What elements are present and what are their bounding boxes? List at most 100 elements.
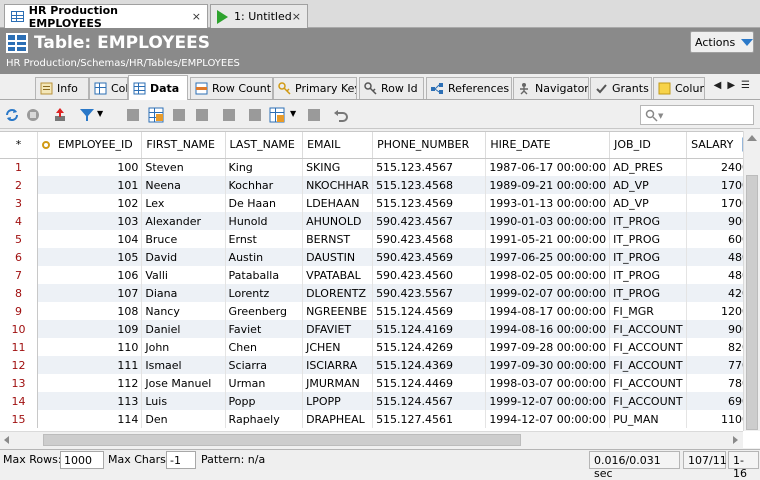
column-header[interactable]: EMAIL [302, 132, 374, 159]
row-number[interactable]: 15 [0, 410, 39, 428]
table-row[interactable]: 11 110 John Chen JCHEN 515.124.4269 1997-09-28… [0, 338, 760, 356]
table-cell[interactable]: Bruce [141, 230, 226, 248]
table-cell[interactable]: LPOPP [302, 392, 374, 410]
table-row[interactable]: 1 100 Steven King SKING 515.123.4567 1987-06-1… [0, 158, 760, 176]
table-row[interactable]: 4 103 Alexander Hunold AHUNOLD 590.423.4567 19… [0, 212, 760, 230]
table-cell[interactable]: Jose Manuel [141, 374, 226, 392]
table-cell[interactable]: 107 [37, 284, 143, 302]
table-cell[interactable]: 1993-01-13 00:00:00 [485, 194, 611, 212]
table-cell[interactable]: NGREENBE [302, 302, 374, 320]
table-cell[interactable]: AD_VP [609, 176, 688, 194]
max-chars-input[interactable] [166, 451, 196, 469]
table-cell[interactable]: FI_ACCOUNT [609, 338, 688, 356]
table-row[interactable]: 6 105 David Austin DAUSTIN 590.423.4569 1997-0… [0, 248, 760, 266]
table-cell[interactable]: 1997-09-28 00:00:00 [485, 338, 611, 356]
table-cell[interactable]: 515.123.4567 [372, 158, 487, 176]
table-cell[interactable]: DLORENTZ [302, 284, 374, 302]
table-cell[interactable]: 1989-09-21 00:00:00 [485, 176, 611, 194]
tab-grants[interactable]: Grants [590, 77, 652, 99]
table-cell[interactable]: Raphaely [225, 410, 304, 428]
tab-navigator[interactable]: Navigator [513, 77, 589, 99]
table-cell[interactable]: IT_PROG [609, 248, 688, 266]
table-cell[interactable]: 1994-12-07 00:00:00 [485, 410, 611, 428]
table-cell[interactable]: 103 [37, 212, 143, 230]
table-cell[interactable]: 1997-06-25 00:00:00 [485, 248, 611, 266]
table-cell[interactable]: 105 [37, 248, 143, 266]
table-row[interactable]: 9 108 Nancy Greenberg NGREENBE 515.124.4569 19… [0, 302, 760, 320]
table-cell[interactable]: Sciarra [225, 356, 304, 374]
table-row[interactable]: 12 111 Ismael Sciarra ISCIARRA 515.124.4369 19… [0, 356, 760, 374]
chevron-down-icon[interactable]: ▼ [97, 109, 103, 118]
table-cell[interactable]: 590.423.4569 [372, 248, 487, 266]
chevron-down-icon[interactable]: ▼ [290, 109, 296, 118]
apply-icon[interactable] [221, 107, 237, 123]
table-cell[interactable]: 106 [37, 266, 143, 284]
row-number[interactable]: 13 [0, 374, 39, 392]
table-cell[interactable]: 515.124.4567 [372, 392, 487, 410]
search-input[interactable]: ▼ [640, 105, 754, 125]
table-cell[interactable]: Luis [141, 392, 226, 410]
tab-data[interactable]: Data [128, 75, 188, 100]
table-cell[interactable]: VPATABAL [302, 266, 374, 284]
table-cell[interactable]: De Haan [225, 194, 304, 212]
table-cell[interactable]: Chen [225, 338, 304, 356]
table-cell[interactable]: 515.127.4561 [372, 410, 487, 428]
table-cell[interactable]: FI_ACCOUNT [609, 374, 688, 392]
row-number[interactable]: 11 [0, 338, 39, 356]
scrollbar-thumb[interactable] [746, 175, 758, 430]
export-icon[interactable] [52, 107, 68, 123]
table-cell[interactable]: Ernst [225, 230, 304, 248]
copy-icon[interactable] [247, 107, 263, 123]
table-cell[interactable]: FI_ACCOUNT [609, 356, 688, 374]
column-header[interactable]: FIRST_NAME [141, 132, 226, 159]
table-cell[interactable]: 1999-02-07 00:00:00 [485, 284, 611, 302]
table-cell[interactable]: 590.423.5567 [372, 284, 487, 302]
horizontal-scrollbar[interactable] [0, 431, 743, 448]
tab-primary-key[interactable]: Primary Key [273, 77, 357, 99]
column-header[interactable]: PHONE_NUMBER [372, 132, 487, 159]
table-cell[interactable]: Urman [225, 374, 304, 392]
table-cell[interactable]: DRAPHEAL [302, 410, 374, 428]
table-row[interactable]: 7 106 Valli Pataballa VPATABAL 590.423.4560 19… [0, 266, 760, 284]
stop-icon[interactable] [25, 107, 41, 123]
table-cell[interactable]: JCHEN [302, 338, 374, 356]
row-number[interactable]: 7 [0, 266, 39, 284]
table-cell[interactable]: Austin [225, 248, 304, 266]
vertical-scrollbar[interactable] [743, 131, 760, 431]
table-cell[interactable]: Popp [225, 392, 304, 410]
table-cell[interactable]: 515.123.4569 [372, 194, 487, 212]
table-cell[interactable]: Greenberg [225, 302, 304, 320]
column-header[interactable]: JOB_ID [609, 132, 688, 159]
table-cell[interactable]: 108 [37, 302, 143, 320]
actions-button[interactable]: Actions [690, 31, 754, 53]
table-cell[interactable]: 114 [37, 410, 143, 428]
scrollbar-thumb[interactable] [43, 434, 521, 446]
table-cell[interactable]: AHUNOLD [302, 212, 374, 230]
row-number[interactable]: 1 [0, 158, 39, 176]
table-cell[interactable]: IT_PROG [609, 230, 688, 248]
tab-columns[interactable]: Columns [89, 77, 128, 99]
table-cell[interactable]: Lex [141, 194, 226, 212]
table-cell[interactable]: Valli [141, 266, 226, 284]
table-cell[interactable]: DFAVIET [302, 320, 374, 338]
table-cell[interactable]: SKING [302, 158, 374, 176]
scroll-left-icon[interactable] [4, 436, 9, 444]
table-cell[interactable]: ISCIARRA [302, 356, 374, 374]
table-cell[interactable]: Nancy [141, 302, 226, 320]
table-row[interactable]: 5 104 Bruce Ernst BERNST 590.423.4568 1991-05-… [0, 230, 760, 248]
table-cell[interactable]: 1990-01-03 00:00:00 [485, 212, 611, 230]
table-row[interactable]: 15 114 Den Raphaely DRAPHEAL 515.127.4561 1994… [0, 410, 760, 428]
row-number[interactable]: 2 [0, 176, 39, 194]
table-row[interactable]: 8 107 Diana Lorentz DLORENTZ 590.423.5567 1999… [0, 284, 760, 302]
table-cell[interactable]: 1994-08-16 00:00:00 [485, 320, 611, 338]
table-cell[interactable]: FI_ACCOUNT [609, 392, 688, 410]
table-cell[interactable]: Den [141, 410, 226, 428]
table-cell[interactable]: 515.124.4269 [372, 338, 487, 356]
table-cell[interactable]: Hunold [225, 212, 304, 230]
max-rows-input[interactable] [60, 451, 104, 469]
table-row[interactable]: 2 101 Neena Kochhar NKOCHHAR 515.123.4568 1989… [0, 176, 760, 194]
refresh-icon[interactable] [4, 107, 20, 123]
table-cell[interactable]: FI_ACCOUNT [609, 320, 688, 338]
row-number[interactable]: 8 [0, 284, 39, 302]
table-row[interactable]: 3 102 Lex De Haan LDEHAAN 515.123.4569 1993-01… [0, 194, 760, 212]
